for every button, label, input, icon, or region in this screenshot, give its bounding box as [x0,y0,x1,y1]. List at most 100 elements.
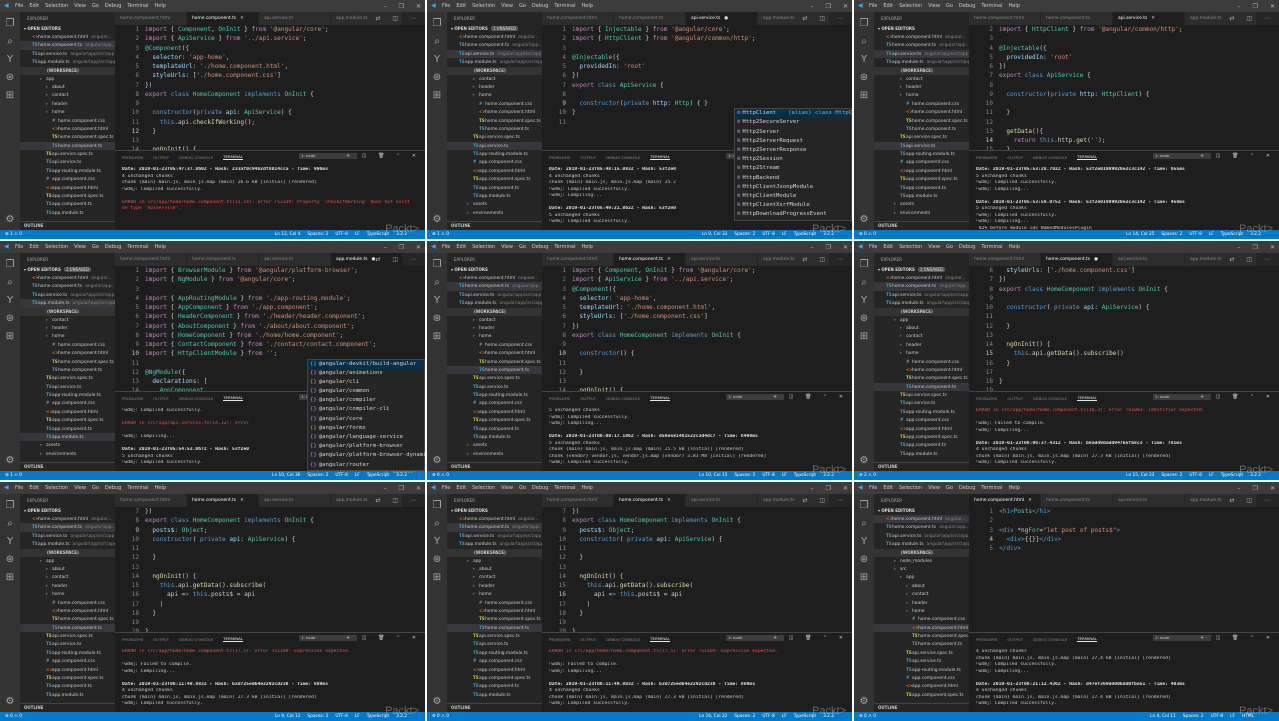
menu-edit[interactable]: Edit [883,485,893,491]
maximize-icon[interactable]: ❐ [826,485,831,492]
menu-view[interactable]: View [74,3,86,9]
panel-tab-output[interactable]: OUTPUT [1007,155,1023,160]
maximize-icon[interactable]: ❐ [1253,485,1258,492]
panel-tab-output[interactable]: OUTPUT [580,637,596,642]
open-editor-item[interactable]: TSapp.module.ts angular\app\src\app [447,299,542,307]
settings-gear-icon[interactable]: ⚙ [431,696,443,708]
open-editor-item[interactable]: TShome.component.ts angular\app... [20,523,115,532]
tree-folder[interactable]: › home [447,332,542,340]
tree-folder[interactable]: › about [447,565,542,573]
open-editor-item[interactable]: TSapi.service.ts angular\app\src\app [874,532,969,540]
tree-file[interactable]: <>home.component.html [874,366,969,374]
terminal-actions[interactable]: + ◫ 🗑 ⌃ ✕ [1200,392,1275,403]
open-editor-item[interactable]: TShome.component.ts angular\app... [20,41,115,50]
explorer-icon[interactable]: ❐ [431,18,443,30]
tree-folder[interactable]: › app [20,75,115,83]
suggestion-item[interactable]: {} @angular/animations [308,369,424,378]
cursor-position[interactable]: Ln 12, Col 4 [275,230,301,239]
menu-debug[interactable]: Debug [532,485,548,491]
tree-file[interactable]: # app.component.css [874,674,969,682]
tree-file[interactable]: TSapp.module.ts [20,433,115,442]
tree-folder[interactable]: › home [20,108,115,116]
menu-help[interactable]: Help [582,3,593,9]
tree-file[interactable]: <>home.component.html [20,125,115,133]
minimize-icon[interactable]: – [811,244,814,251]
menu-selection[interactable]: Selection [899,3,922,9]
suggestion-item[interactable]: {} @angular/platform-browser [308,442,424,451]
tab-home-component-html[interactable]: home.component.html [115,253,187,266]
tree-folder[interactable]: › node_modules [874,557,969,565]
menu-terminal[interactable]: Terminal [127,485,148,491]
tree-file[interactable]: TShome.component.spec.ts [20,133,115,141]
extensions-icon[interactable]: ⊞ [858,572,870,584]
search-icon[interactable]: ⌕ [858,36,870,48]
menu-terminal[interactable]: Terminal [554,244,575,250]
open-editor-item[interactable]: <>home.component.html angular... [20,33,115,41]
open-editor-item[interactable]: TSapi.service.ts angular\app\src\app [447,49,542,59]
source-control-icon[interactable]: Y [858,54,870,66]
open-editor-item[interactable]: TSapi.service.ts angular\app\src\app [447,291,542,299]
tree-folder[interactable]: › assets [447,200,542,208]
tab-home-component-ts[interactable]: home.component.ts ✕ [187,494,259,507]
menu-debug[interactable]: Debug [105,244,121,250]
encoding[interactable]: UTF-8 [762,712,775,721]
indentation[interactable]: Spaces: 2 [1183,712,1204,721]
debug-icon[interactable]: ⊛ [858,313,870,325]
tree-file[interactable]: TSapi.service.ts [447,141,542,151]
open-editors-header[interactable]: ▾ OPEN EDITORS 1 UNSAVED [447,25,542,33]
open-editor-item[interactable]: TSapp.module.ts angular\app\src\app [874,58,969,66]
extensions-icon[interactable]: ⊞ [858,90,870,102]
tab-api-service-ts[interactable]: api.service.ts [259,494,331,507]
extensions-icon[interactable]: ⊞ [858,331,870,343]
tree-file[interactable]: <>app.component.html [20,408,115,416]
tab-api-service-ts[interactable]: api.service.ts [259,12,331,25]
tab-api-service-ts[interactable]: api.service.ts ✕ [1113,12,1185,25]
open-editors-header[interactable]: ▾ OPEN EDITORS [874,25,969,33]
line-ending[interactable]: LF [782,230,787,239]
suggestion-item[interactable]: ⚙ Http2Session [735,155,851,164]
suggestion-item[interactable]: ⚙ Http2ServerRequest [735,137,851,146]
tree-folder[interactable]: › contact [20,91,115,99]
tree-file[interactable]: # app.component.css [20,657,115,665]
search-icon[interactable]: ⌕ [858,277,870,289]
menu-go[interactable]: Go [519,3,526,9]
indentation[interactable]: Spaces: 2 [1161,471,1182,480]
menu-view[interactable]: View [501,485,513,491]
tree-file[interactable]: TSapp.module.ts [874,192,969,200]
tree-file[interactable]: TSapp.module.ts [447,433,542,441]
tab-home-component-ts[interactable]: home.component.ts [1041,494,1113,507]
line-ending[interactable]: LF [355,712,360,721]
tree-folder[interactable]: › header [20,324,115,332]
tree-file[interactable]: TShome.component.spec.ts [447,615,542,623]
tree-file[interactable]: TSapp-routing.module.ts [20,391,115,399]
line-ending[interactable]: LF [355,471,360,480]
tree-file[interactable]: TShome.component.ts [20,623,115,633]
terminal-output[interactable]: ERROR in src/app/home/home.component.ts(… [549,649,848,708]
line-ending[interactable]: LF [1209,230,1214,239]
tree-file[interactable]: # app.component.css [20,399,115,407]
menu-go[interactable]: Go [92,485,99,491]
tree-file[interactable]: TShome.component.spec.ts [874,117,969,125]
code-editor[interactable]: 1 <h1>Posts</h1> 2 3 <div *ngFor="let post o… [969,507,1279,632]
open-editors-header[interactable]: ▾ OPEN EDITORS 1 UNSAVED [874,266,969,274]
minimize-icon[interactable]: – [384,3,387,10]
outline-section[interactable]: OUTLINE [447,221,542,230]
menu-go[interactable]: Go [92,3,99,9]
outline-section[interactable]: OUTLINE [447,462,542,471]
menu-terminal[interactable]: Terminal [127,3,148,9]
menu-help[interactable]: Help [1009,485,1020,491]
open-editor-item[interactable]: <>home.component.html angular... [447,274,542,282]
suggestion-item[interactable]: ⚙HttpClient (alias) class HttpClient [735,109,852,119]
panel-tab-terminal[interactable]: TERMINAL [223,636,243,642]
problems-status[interactable]: ⊗ 0 ⚠ 0 [859,230,876,239]
tree-file[interactable]: TShome.component.ts [447,365,542,375]
tree-folder[interactable]: › app [874,316,969,324]
outline-section[interactable]: OUTLINE [20,703,115,712]
source-control-icon[interactable]: Y [4,295,16,307]
cursor-position[interactable]: Ln 10, Col 15 [699,471,727,480]
tree-folder[interactable]: › about [20,565,115,573]
panel-tab-terminal[interactable]: TERMINAL [1077,636,1097,642]
menu-help[interactable]: Help [155,244,166,250]
tree-file[interactable]: TSapp.component.ts [447,425,542,433]
cursor-position[interactable]: Ln 14, Col 25 [1126,230,1154,239]
